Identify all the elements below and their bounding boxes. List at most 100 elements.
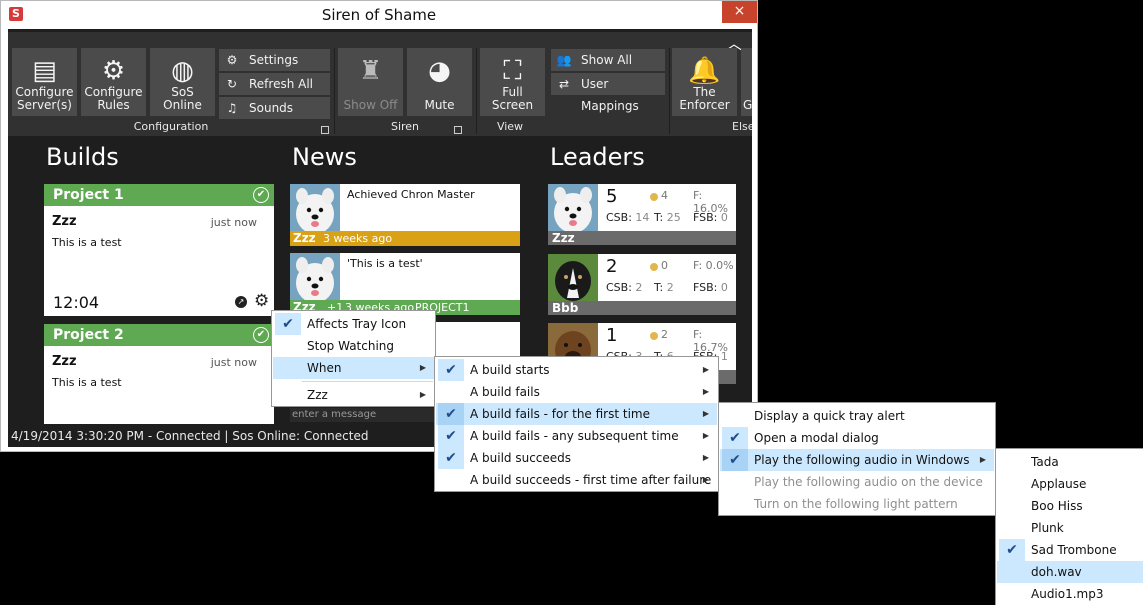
menu-item-audio-boo-hiss[interactable]: Boo Hiss [997,495,1143,517]
when-submenu: ✔ A build starts ▶ A build fails ▶ ✔ A b… [434,356,719,492]
build-card[interactable]: Project 2 ✔ Zzz just now This is a test [44,324,274,424]
leader-row[interactable]: 5 4 F: 16.0% CSB: 14 T: 25 FSB: 0 Zzz [548,184,736,245]
check-icon: ✔ [999,539,1025,561]
news-text: Achieved Chron Master [347,188,475,201]
menu-item-play-audio-windows[interactable]: ✔ Play the following audio in Windows ▶ [720,449,994,471]
partial-ribbon-button[interactable]: G [741,48,752,116]
enforcer-icon: 🔔 [688,56,721,86]
leader-t: T: 25 [654,211,681,224]
menu-item-stop-watching[interactable]: Stop Watching [273,335,434,357]
build-time: just now [210,356,257,369]
sos-online-button[interactable]: ◍ SoS Online [150,48,215,116]
submenu-arrow-icon: ▶ [702,475,709,484]
news-bar: Zzz 3 weeks ago [290,231,520,246]
user-mappings-button[interactable]: ⇄ User Mappings [551,73,665,113]
menu-item-build-starts[interactable]: ✔ A build starts ▶ [436,359,717,381]
build-user: Zzz [52,354,77,369]
check-icon: ✔ [438,447,464,469]
menu-item-audio-plunk[interactable]: Plunk [997,517,1143,539]
audio-submenu: Tada Applause Boo Hiss Plunk ✔ Sad Tromb… [995,448,1143,605]
open-link-icon[interactable]: ↗ [235,296,247,308]
menu-item-audio-audio1[interactable]: Audio1.mp3 [997,583,1143,605]
user-avatar [548,184,598,231]
full-screen-button[interactable]: ⛶ Full Screen [480,48,545,116]
leader-fsb: FSB: 0 [693,211,728,224]
close-button[interactable]: × [722,1,757,23]
build-context-menu: ✔ Affects Tray Icon Stop Watching When ▶… [271,310,436,407]
globe-icon: ◍ [171,56,194,86]
ribbon-separator [334,48,335,134]
message-input[interactable]: enter a message [290,408,434,422]
build-card-header: Project 2 ✔ [44,324,274,346]
leader-fail-rate: F: 0.0% [693,259,734,272]
menu-item-when[interactable]: When ▶ [273,357,434,379]
check-icon: ✔ [275,313,301,335]
show-off-button[interactable]: ♜ Show Off [338,48,403,116]
build-card-header: Project 1 ✔ [44,184,274,206]
title-bar[interactable]: S Siren of Shame × [1,1,757,29]
show-all-users-button[interactable]: 👥 Show All Users [551,49,665,89]
the-enforcer-button[interactable]: 🔔 The Enforcer [672,48,737,116]
project-name: Project 2 [53,327,124,343]
menu-item-build-succeeds-after-failure[interactable]: A build succeeds - first time after fail… [436,469,717,491]
leader-name: Zzz [552,231,575,245]
leader-rank: 2 [606,256,618,277]
check-icon: ✔ [722,427,748,449]
menu-item-zzz[interactable]: Zzz ▶ [273,384,434,406]
fullscreen-icon: ⛶ [503,56,522,86]
menu-item-audio-sad-trombone[interactable]: ✔ Sad Trombone [997,539,1143,561]
menu-item-build-fails[interactable]: A build fails ▶ [436,381,717,403]
menu-item-build-fails-subsequent[interactable]: ✔ A build fails - any subsequent time ▶ [436,425,717,447]
submenu-arrow-icon: ▶ [702,453,709,462]
gear-icon[interactable]: ⚙ [254,291,269,311]
sounds-button[interactable]: ♫ Sounds [219,97,330,119]
menu-item-audio-applause[interactable]: Applause [997,473,1143,495]
menu-item-build-succeeds[interactable]: ✔ A build succeeds ▶ [436,447,717,469]
configure-rules-button[interactable]: ⚙ Configure Rules [81,48,146,116]
menu-item-modal-dialog[interactable]: ✔ Open a modal dialog [720,427,994,449]
project-name: Project 1 [53,187,124,203]
menu-item-quick-tray-alert[interactable]: Display a quick tray alert [720,405,994,427]
configure-servers-button[interactable]: ▤ Configure Server(s) [12,48,77,116]
news-item[interactable]: Achieved Chron Master Zzz 3 weeks ago [290,184,520,246]
submenu-arrow-icon: ▶ [702,387,709,396]
server-icon: ▤ [32,56,57,86]
menu-item-light-pattern[interactable]: Turn on the following light pattern [720,493,994,515]
refresh-all-button[interactable]: ↻ Refresh All [219,73,330,95]
group-configuration-label: Configuration [133,120,209,133]
leader-row[interactable]: 2 0 F: 0.0% CSB: 2 T: 2 FSB: 0 Bbb [548,254,736,315]
action-submenu: Display a quick tray alert ✔ Open a moda… [718,402,996,516]
settings-button[interactable]: ⚙ Settings [219,49,330,71]
check-icon: ✔ [722,449,748,471]
submenu-arrow-icon: ▶ [419,390,426,399]
status-bar-text: 4/19/2014 3:30:20 PM - Connected | Sos O… [11,429,369,443]
build-message: This is a test [52,236,122,249]
menu-item-audio-tada[interactable]: Tada [997,451,1143,473]
menu-item-build-fails-first-time[interactable]: ✔ A build fails - for the first time ▶ [436,403,717,425]
submenu-arrow-icon: ▶ [419,363,426,372]
leader-name: Bbb [552,301,579,315]
ribbon-separator [669,48,670,134]
mute-button[interactable]: ◕ Mute [407,48,472,116]
build-user: Zzz [52,214,77,229]
siren-icon: ♜ [358,56,383,86]
leader-t: T: 2 [654,281,674,294]
news-item[interactable]: 'This is a test' Zzz +1 3 weeks ago PROJ… [290,253,520,315]
configuration-dialog-launcher-icon[interactable] [321,126,329,134]
users-icon: 👥 [556,53,572,67]
leader-csb: CSB: 14 [606,211,650,224]
user-avatar [548,254,598,301]
window-title: Siren of Shame [321,6,437,24]
user-mappings-icon: ⇄ [558,77,570,91]
siren-dialog-launcher-icon[interactable] [454,126,462,134]
ribbon-separator [476,48,477,134]
submenu-arrow-icon: ▶ [702,365,709,374]
build-card[interactable]: Project 1 ✔ Zzz just now This is a test … [44,184,274,316]
leader-fsb: FSB: 0 [693,281,728,294]
menu-item-affects-tray-icon[interactable]: ✔ Affects Tray Icon [273,313,434,335]
menu-item-play-audio-device[interactable]: Play the following audio on the device [720,471,994,493]
group-else-label: Else [732,120,752,133]
menu-item-audio-doh[interactable]: doh.wav [997,561,1143,583]
leader-name-bar: Bbb [548,301,736,315]
points-icon [650,263,658,271]
